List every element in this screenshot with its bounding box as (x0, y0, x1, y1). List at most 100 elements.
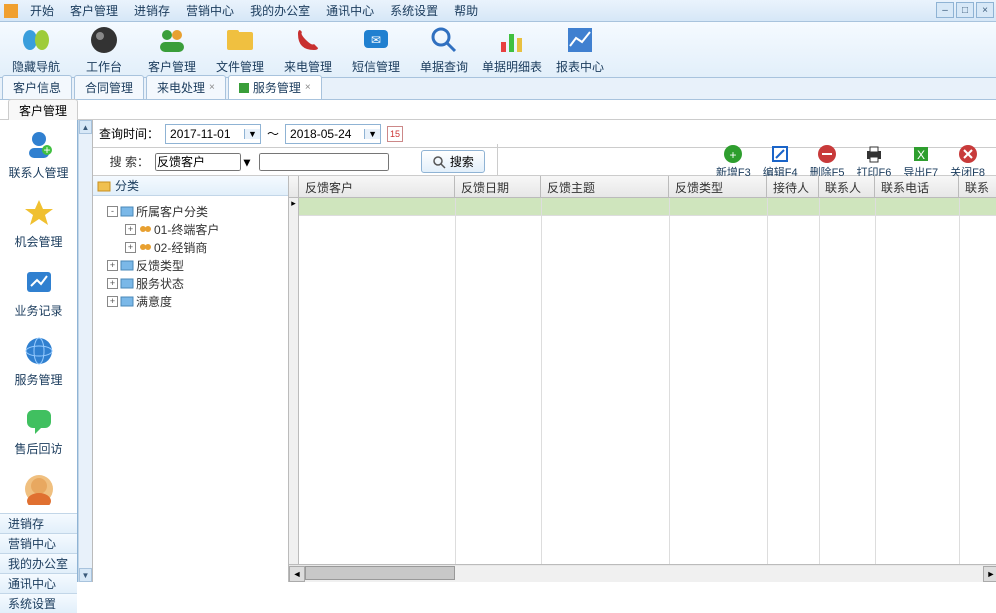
plus-icon: + (723, 144, 743, 164)
sidebar-section-button[interactable]: 营销中心 (0, 533, 77, 553)
menu-item[interactable]: 系统设置 (382, 2, 446, 20)
column-header[interactable]: 反馈主题 (541, 176, 669, 197)
maximize-button[interactable]: □ (956, 2, 974, 18)
sidebar-item[interactable]: 售后回访 (0, 396, 77, 465)
toolbar-button[interactable]: 单据查询 (410, 23, 478, 77)
column-header[interactable]: 反馈类型 (669, 176, 767, 197)
calendar-icon[interactable]: 15 (387, 126, 403, 142)
close-icon[interactable]: × (305, 82, 311, 93)
phone-icon (292, 24, 324, 56)
toolbar-button[interactable]: 单据明细表 (478, 23, 546, 77)
node-icon (120, 204, 134, 218)
menu-item[interactable]: 营销中心 (178, 2, 242, 20)
column-header[interactable]: 反馈客户 (299, 176, 455, 197)
close-icon[interactable]: × (209, 82, 215, 93)
column-header[interactable]: 联系人 (819, 176, 875, 197)
expand-icon[interactable]: - (107, 206, 118, 217)
star-icon (23, 197, 55, 229)
column-header[interactable]: 联系电话 (875, 176, 959, 197)
bars-icon (496, 24, 528, 56)
action-button[interactable]: 关闭F8 (950, 144, 985, 180)
sidebar-section-button[interactable]: 我的办公室 (0, 553, 77, 573)
expand-icon[interactable]: + (107, 296, 118, 307)
ball-icon (88, 24, 120, 56)
date-to-input[interactable]: ▼ (285, 124, 381, 144)
grid-header: 反馈客户反馈日期反馈主题反馈类型接待人联系人联系电话联系 (299, 176, 996, 198)
search-icon (428, 24, 460, 56)
search-button[interactable]: 搜索 (421, 150, 485, 173)
doc-tab[interactable]: 来电处理× (146, 75, 226, 99)
action-button[interactable]: X导出F7 (903, 144, 938, 180)
doc-tab[interactable]: 合同管理 (74, 75, 144, 99)
sidebar-item[interactable]: +联系人管理 (0, 120, 77, 189)
close-icon (958, 144, 978, 164)
search-input[interactable] (259, 153, 389, 171)
menu-item[interactable]: 开始 (22, 2, 62, 20)
tree-node[interactable]: +01-终端客户 (97, 220, 284, 238)
h-scrollbar[interactable]: ◄ ► (289, 564, 996, 582)
sidebar-item[interactable]: 机会管理 (0, 189, 77, 258)
node-icon (120, 258, 134, 272)
close-window-button[interactable]: × (976, 2, 994, 18)
globe-icon (23, 335, 55, 367)
print-icon (864, 144, 884, 164)
expand-icon[interactable]: + (107, 278, 118, 289)
expand-icon[interactable]: + (125, 242, 136, 253)
column-header[interactable]: 联系 (959, 176, 996, 197)
menu-item[interactable]: 帮助 (446, 2, 486, 20)
date-from-input[interactable]: ▼ (165, 124, 261, 144)
main-toolbar: 隐藏导航工作台客户管理文件管理来电管理✉短信管理单据查询单据明细表报表中心 (0, 22, 996, 78)
scroll-down-icon[interactable]: ▼ (79, 568, 92, 582)
toolbar-button[interactable]: 工作台 (70, 23, 138, 77)
sidebar: +联系人管理机会管理业务记录服务管理售后回访 进销存营销中心我的办公室通讯中心系… (0, 120, 78, 582)
toolbar-button[interactable]: 来电管理 (274, 23, 342, 77)
action-button[interactable]: 删除F5 (810, 144, 845, 180)
doc-tab[interactable]: 服务管理× (228, 75, 322, 99)
sidebar-section-button[interactable]: 系统设置 (0, 593, 77, 613)
menu-item[interactable]: 我的办公室 (242, 2, 318, 20)
column-header[interactable]: 接待人 (767, 176, 819, 197)
sub-tab[interactable]: 客户管理 (8, 99, 78, 121)
folder-icon (224, 24, 256, 56)
del-icon (817, 144, 837, 164)
menu-item[interactable]: 客户管理 (62, 2, 126, 20)
toolbar-button[interactable]: 文件管理 (206, 23, 274, 77)
sidebar-scroll: ▲ ▼ (78, 120, 92, 582)
minimize-button[interactable]: – (936, 2, 954, 18)
avatar-icon (23, 473, 55, 505)
doc-tab[interactable]: 客户信息 (2, 75, 72, 99)
sidebar-section-button[interactable]: 进销存 (0, 513, 77, 533)
svg-text:X: X (917, 148, 925, 162)
people-icon (156, 24, 188, 56)
sidebar-item[interactable]: 业务记录 (0, 258, 77, 327)
sidebar-item[interactable]: 服务管理 (0, 327, 77, 396)
action-button[interactable]: +新增F3 (716, 144, 751, 180)
app-icon (4, 4, 18, 18)
expand-icon[interactable]: + (107, 260, 118, 271)
column-header[interactable]: 反馈日期 (455, 176, 541, 197)
toolbar-button[interactable]: ✉短信管理 (342, 23, 410, 77)
tree-node[interactable]: +满意度 (97, 292, 284, 310)
search-type-select[interactable]: ▼ (155, 153, 253, 171)
node-icon (120, 276, 134, 290)
sidebar-item[interactable] (0, 465, 77, 513)
tree-node[interactable]: +反馈类型 (97, 256, 284, 274)
menu-item[interactable]: 进销存 (126, 2, 178, 20)
export-icon: X (911, 144, 931, 164)
tree-node[interactable]: -所属客户分类 (97, 202, 284, 220)
scroll-up-icon[interactable]: ▲ (79, 120, 92, 134)
toolbar-button[interactable]: 客户管理 (138, 23, 206, 77)
action-button[interactable]: 打印F6 (856, 144, 891, 180)
grid-body[interactable] (299, 198, 996, 564)
action-button[interactable]: 编辑F4 (763, 144, 798, 180)
butterfly-icon (20, 24, 52, 56)
tree-node[interactable]: +服务状态 (97, 274, 284, 292)
expand-icon[interactable]: + (125, 224, 136, 235)
tree-node[interactable]: +02-经销商 (97, 238, 284, 256)
sidebar-section-button[interactable]: 通讯中心 (0, 573, 77, 593)
toolbar-button[interactable]: 隐藏导航 (2, 23, 70, 77)
toolbar-button[interactable]: 报表中心 (546, 23, 614, 77)
menu-item[interactable]: 通讯中心 (318, 2, 382, 20)
table-row[interactable] (299, 198, 996, 216)
node-icon (138, 240, 152, 254)
